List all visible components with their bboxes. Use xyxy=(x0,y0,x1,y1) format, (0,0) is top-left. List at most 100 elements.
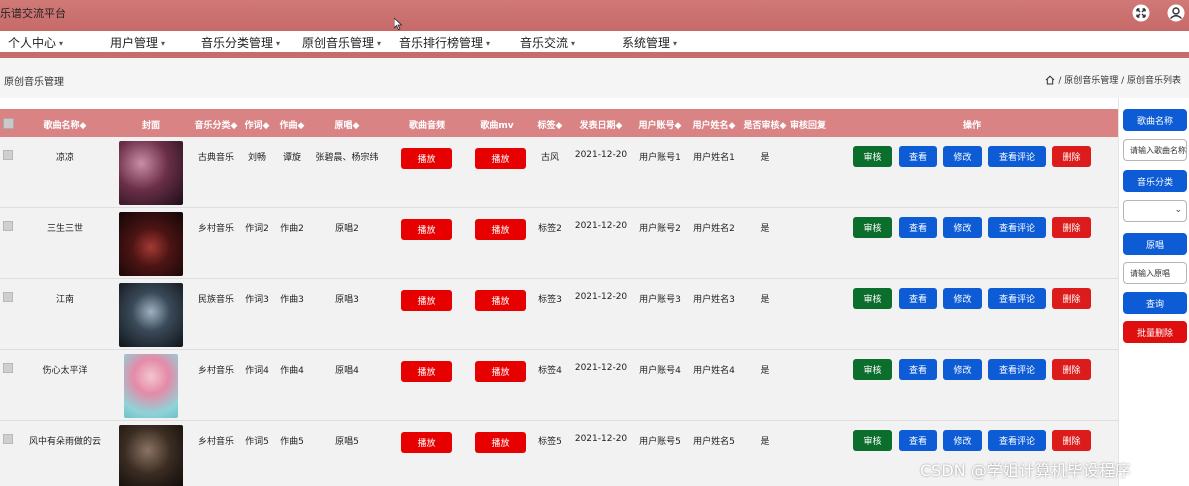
nav-personal-center[interactable]: 个人中心 ▾ xyxy=(8,34,63,51)
chevron-down-icon: ⌄ xyxy=(1174,205,1182,215)
header-composer[interactable]: 作曲◆ xyxy=(280,118,305,131)
song-name-input[interactable]: 请输入歌曲名称 xyxy=(1123,139,1187,161)
view-button[interactable]: 查看 xyxy=(899,288,937,309)
edit-button[interactable]: 修改 xyxy=(943,217,982,238)
delete-button[interactable]: 删除 xyxy=(1052,430,1091,451)
view-button[interactable]: 查看 xyxy=(899,217,937,238)
approve-button[interactable]: 审核 xyxy=(853,217,892,238)
view-comments-button[interactable]: 查看评论 xyxy=(988,146,1046,167)
play-audio-button[interactable]: 播放 xyxy=(401,361,452,382)
play-mv-button[interactable]: 播放 xyxy=(475,148,526,169)
play-audio-button[interactable]: 播放 xyxy=(401,432,452,453)
song-name-label: 歌曲名称 xyxy=(1123,109,1187,131)
cover-image xyxy=(124,354,178,418)
delete-button[interactable]: 删除 xyxy=(1052,146,1091,167)
play-mv-button[interactable]: 播放 xyxy=(475,290,526,311)
fullscreen-icon[interactable] xyxy=(1130,2,1152,24)
edit-button[interactable]: 修改 xyxy=(943,288,982,309)
batch-delete-button[interactable]: 批量删除 xyxy=(1123,321,1187,343)
user-icon[interactable] xyxy=(1165,2,1187,24)
cell-singer: 原唱2 xyxy=(335,224,359,234)
cell-tag: 标签3 xyxy=(538,295,562,305)
approve-button[interactable]: 审核 xyxy=(853,359,892,380)
nav-music-ranking[interactable]: 音乐排行榜管理 ▾ xyxy=(399,34,490,51)
header-cover: 封面 xyxy=(141,121,161,131)
view-comments-button[interactable]: 查看评论 xyxy=(988,217,1046,238)
chevron-down-icon: ▾ xyxy=(486,39,491,48)
cell-date: 2021-12-20 xyxy=(574,292,628,302)
table-row: 江南 民族音乐 作词3 作曲3 原唱3 播放 播放 标签3 2021-12-20… xyxy=(0,279,1118,350)
nav-user-management[interactable]: 用户管理 ▾ xyxy=(110,34,165,51)
header-reply: 审核回复 xyxy=(789,121,827,131)
select-all-checkbox[interactable] xyxy=(3,118,14,129)
play-mv-button[interactable]: 播放 xyxy=(475,361,526,382)
cell-category: 乡村音乐 xyxy=(197,224,235,234)
play-audio-button[interactable]: 播放 xyxy=(401,290,452,311)
cell-category: 乡村音乐 xyxy=(197,366,235,376)
approve-button[interactable]: 审核 xyxy=(853,430,892,451)
header-tag[interactable]: 标签◆ xyxy=(538,118,563,131)
row-checkbox[interactable] xyxy=(3,363,13,373)
cover-image xyxy=(119,212,183,276)
header-account[interactable]: 用户账号◆ xyxy=(639,118,682,131)
cell-composer: 作曲4 xyxy=(280,366,304,376)
header-date[interactable]: 发表日期◆ xyxy=(580,118,623,131)
view-button[interactable]: 查看 xyxy=(899,430,937,451)
top-bar: 乐谱交流平台 xyxy=(0,0,1189,31)
breadcrumb-path[interactable]: / 原创音乐管理 / 原创音乐列表 xyxy=(1058,73,1181,86)
header-mv: 歌曲mv xyxy=(480,121,514,131)
cell-account: 用户账号3 xyxy=(639,295,681,305)
approve-button[interactable]: 审核 xyxy=(853,146,892,167)
header-username[interactable]: 用户姓名◆ xyxy=(693,118,736,131)
play-audio-button[interactable]: 播放 xyxy=(401,148,452,169)
query-button[interactable]: 查询 xyxy=(1123,292,1187,314)
cell-username: 用户姓名1 xyxy=(693,153,735,163)
home-icon[interactable] xyxy=(1045,75,1055,85)
cell-composer: 作曲3 xyxy=(280,295,304,305)
cell-lyricist: 作词4 xyxy=(245,366,269,376)
cell-approved: 是 xyxy=(760,437,770,447)
cell-approved: 是 xyxy=(760,295,770,305)
header-category[interactable]: 音乐分类◆ xyxy=(195,118,238,131)
delete-button[interactable]: 删除 xyxy=(1052,288,1091,309)
view-button[interactable]: 查看 xyxy=(899,359,937,380)
cell-singer: 原唱3 xyxy=(335,295,359,305)
header-approved[interactable]: 是否审核◆ xyxy=(744,118,787,131)
table-row: 三生三世 乡村音乐 作词2 作曲2 原唱2 播放 播放 标签2 2021-12-… xyxy=(0,208,1118,279)
view-comments-button[interactable]: 查看评论 xyxy=(988,288,1046,309)
cell-tag: 标签5 xyxy=(538,437,562,447)
cell-tag: 古风 xyxy=(540,153,560,163)
cell-tag: 标签2 xyxy=(538,224,562,234)
header-song-name[interactable]: 歌曲名称◆ xyxy=(44,118,87,131)
singer-input[interactable]: 请输入原唱 xyxy=(1123,262,1187,284)
row-checkbox[interactable] xyxy=(3,150,13,160)
header-singer[interactable]: 原唱◆ xyxy=(335,118,360,131)
view-button[interactable]: 查看 xyxy=(899,146,937,167)
delete-button[interactable]: 删除 xyxy=(1052,217,1091,238)
cell-category: 古典音乐 xyxy=(197,153,235,163)
cell-account: 用户账号1 xyxy=(639,153,681,163)
search-sidebar: 歌曲名称 请输入歌曲名称 音乐分类 ⌄ 原唱 请输入原唱 查询 批量删除 xyxy=(1118,98,1189,486)
play-mv-button[interactable]: 播放 xyxy=(475,432,526,453)
approve-button[interactable]: 审核 xyxy=(853,288,892,309)
edit-button[interactable]: 修改 xyxy=(943,359,982,380)
row-checkbox[interactable] xyxy=(3,221,13,231)
nav-music-exchange[interactable]: 音乐交流 ▾ xyxy=(520,34,575,51)
edit-button[interactable]: 修改 xyxy=(943,146,982,167)
header-lyricist[interactable]: 作词◆ xyxy=(245,118,270,131)
cell-song-name: 江南 xyxy=(55,295,75,305)
nav-music-category[interactable]: 音乐分类管理 ▾ xyxy=(201,34,280,51)
view-comments-button[interactable]: 查看评论 xyxy=(988,359,1046,380)
delete-button[interactable]: 删除 xyxy=(1052,359,1091,380)
row-checkbox[interactable] xyxy=(3,434,13,444)
row-checkbox[interactable] xyxy=(3,292,13,302)
edit-button[interactable]: 修改 xyxy=(943,430,982,451)
nav-original-music[interactable]: 原创音乐管理 ▾ xyxy=(302,34,381,51)
view-comments-button[interactable]: 查看评论 xyxy=(988,430,1046,451)
nav-system-management[interactable]: 系统管理 ▾ xyxy=(622,34,677,51)
category-select[interactable]: ⌄ xyxy=(1123,200,1187,222)
play-mv-button[interactable]: 播放 xyxy=(475,219,526,240)
play-audio-button[interactable]: 播放 xyxy=(401,219,452,240)
chevron-down-icon: ▾ xyxy=(377,39,382,48)
breadcrumb: / 原创音乐管理 / 原创音乐列表 xyxy=(1045,73,1181,86)
